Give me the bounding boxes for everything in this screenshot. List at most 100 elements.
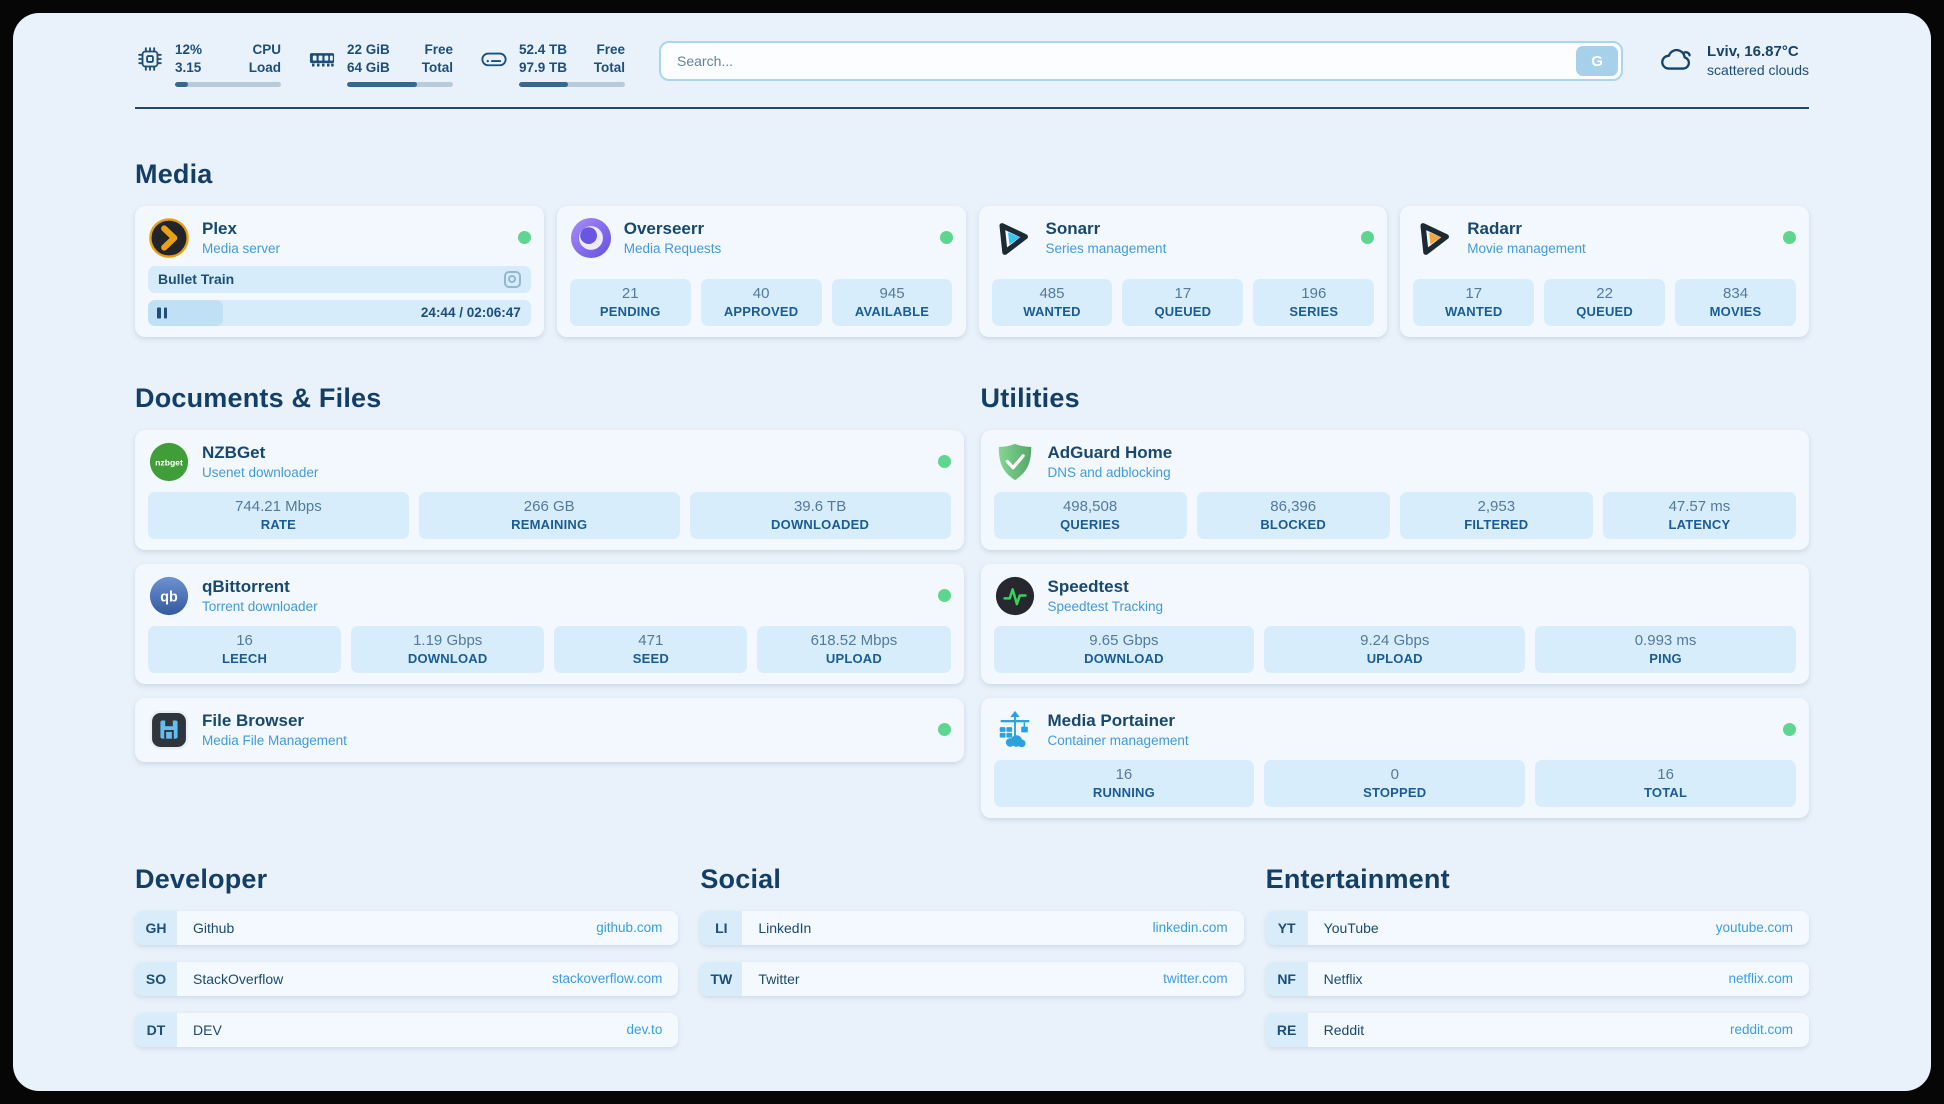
bookmark-abbr: NF — [1266, 962, 1308, 996]
cloud-icon — [1657, 41, 1695, 79]
disk-progress-bar — [519, 82, 625, 87]
bookmark-stackoverflow[interactable]: SO StackOverflow stackoverflow.com — [135, 962, 678, 996]
service-card-portainer: Media Portainer Container management 16R… — [981, 698, 1810, 818]
service-name: AdGuard Home — [1048, 443, 1173, 463]
plex-icon — [148, 217, 190, 259]
service-card-qbittorrent: qb qBittorrent Torrent downloader 16LEEC… — [135, 564, 964, 684]
status-dot — [938, 723, 951, 736]
now-playing-title: Bullet Train — [148, 266, 531, 293]
bookmark-name: Twitter — [758, 971, 799, 987]
service-name: File Browser — [202, 711, 347, 731]
bookmark-name: StackOverflow — [193, 971, 283, 987]
bookmark-url: linkedin.com — [1153, 920, 1228, 935]
playback-progress: 24:44 / 02:06:47 — [148, 300, 531, 326]
service-card-radarr: Radarr Movie management 17WANTED 22QUEUE… — [1400, 206, 1809, 337]
svg-text:nzbget: nzbget — [155, 457, 183, 467]
weather-location: Lviv, 16.87°C — [1707, 43, 1809, 60]
bookmark-dev[interactable]: DT DEV dev.to — [135, 1013, 678, 1047]
bookmark-name: YouTube — [1324, 920, 1379, 936]
service-link-speedtest[interactable]: Speedtest Speedtest Tracking — [994, 575, 1797, 617]
service-link-plex[interactable]: Plex Media server — [148, 217, 531, 259]
bookmark-url: reddit.com — [1730, 1022, 1793, 1037]
header-divider — [135, 107, 1809, 109]
bookmark-url: stackoverflow.com — [552, 971, 662, 986]
stat-tile: 21PENDING — [570, 279, 691, 326]
service-link-overseerr[interactable]: Overseerr Media Requests — [570, 217, 953, 259]
bookmark-abbr: LI — [700, 911, 742, 945]
service-name: Overseerr — [624, 219, 722, 239]
cpu-percent: 12% — [175, 41, 216, 59]
svg-text:qb: qb — [160, 589, 178, 605]
service-link-nzbget[interactable]: nzbget NZBGet Usenet downloader — [148, 441, 951, 483]
search-input[interactable] — [659, 41, 1623, 81]
service-name: Sonarr — [1046, 219, 1167, 239]
service-link-qbittorrent[interactable]: qb qBittorrent Torrent downloader — [148, 575, 951, 617]
service-card-nzbget: nzbget NZBGet Usenet downloader 744.21 M… — [135, 430, 964, 550]
service-card-speedtest: Speedtest Speedtest Tracking 9.65 GbpsDO… — [981, 564, 1810, 684]
memory-total: 64 GiB — [347, 59, 397, 77]
status-dot — [940, 231, 953, 244]
weather-widget: Lviv, 16.87°C scattered clouds — [1657, 41, 1809, 79]
bookmark-github[interactable]: GH Github github.com — [135, 911, 678, 945]
service-stats: 485WANTED 17QUEUED 196SERIES — [992, 279, 1375, 326]
memory-free-label: Free — [415, 41, 453, 59]
stat-tile: 834MOVIES — [1675, 279, 1796, 326]
stat-tile: 0.993 msPING — [1535, 626, 1796, 673]
service-description: Series management — [1046, 241, 1167, 256]
service-description: Container management — [1048, 733, 1189, 748]
bookmark-name: Reddit — [1324, 1022, 1364, 1038]
bookmark-url: dev.to — [627, 1022, 663, 1037]
status-dot — [1361, 231, 1374, 244]
section-title-social: Social — [700, 864, 1243, 895]
bookmark-abbr: GH — [135, 911, 177, 945]
session-icon[interactable] — [504, 271, 521, 288]
service-link-adguard[interactable]: AdGuard Home DNS and adblocking — [994, 441, 1797, 483]
bookmark-abbr: RE — [1266, 1013, 1308, 1047]
memory-icon — [307, 44, 337, 74]
stat-tile: 86,396BLOCKED — [1197, 492, 1390, 539]
bookmark-name: DEV — [193, 1022, 222, 1038]
service-stats: 9.65 GbpsDOWNLOAD 9.24 GbpsUPLOAD 0.993 … — [994, 626, 1797, 673]
memory-widget: 22 GiB Free 64 GiB Total — [307, 41, 453, 87]
stat-tile: 471SEED — [554, 626, 747, 673]
bookmark-abbr: SO — [135, 962, 177, 996]
service-stats: 498,508QUERIES 86,396BLOCKED 2,953FILTER… — [994, 492, 1797, 539]
bookmark-twitter[interactable]: TW Twitter twitter.com — [700, 962, 1243, 996]
stat-tile: 40APPROVED — [701, 279, 822, 326]
bookmark-youtube[interactable]: YT YouTube youtube.com — [1266, 911, 1809, 945]
service-link-sonarr[interactable]: Sonarr Series management — [992, 217, 1375, 259]
bookmark-url: netflix.com — [1728, 971, 1793, 986]
bookmark-name: Github — [193, 920, 234, 936]
bookmark-reddit[interactable]: RE Reddit reddit.com — [1266, 1013, 1809, 1047]
service-stats: 17WANTED 22QUEUED 834MOVIES — [1413, 279, 1796, 326]
service-card-filebrowser: File Browser Media File Management — [135, 698, 964, 762]
bookmark-name: LinkedIn — [758, 920, 811, 936]
stat-tile: 485WANTED — [992, 279, 1113, 326]
status-dot — [1783, 231, 1796, 244]
service-link-filebrowser[interactable]: File Browser Media File Management — [148, 709, 951, 751]
memory-free: 22 GiB — [347, 41, 397, 59]
memory-total-label: Total — [415, 59, 453, 77]
disk-total-label: Total — [589, 59, 625, 77]
bookmark-url: youtube.com — [1716, 920, 1793, 935]
service-stats: 21PENDING 40APPROVED 945AVAILABLE — [570, 279, 953, 326]
stat-tile: 744.21 MbpsRATE — [148, 492, 409, 539]
service-stats: 744.21 MbpsRATE 266 GBREMAINING 39.6 TBD… — [148, 492, 951, 539]
service-name: Radarr — [1467, 219, 1586, 239]
bookmark-linkedin[interactable]: LI LinkedIn linkedin.com — [700, 911, 1243, 945]
service-stats: 16RUNNING 0STOPPED 16TOTAL — [994, 760, 1797, 807]
service-stats: 16LEECH 1.19 GbpsDOWNLOAD 471SEED 618.52… — [148, 626, 951, 673]
service-description: Media Requests — [624, 241, 722, 256]
service-link-radarr[interactable]: Radarr Movie management — [1413, 217, 1796, 259]
service-link-portainer[interactable]: Media Portainer Container management — [994, 709, 1797, 751]
service-description: Usenet downloader — [202, 465, 318, 480]
stat-tile: 17WANTED — [1413, 279, 1534, 326]
service-description: Speedtest Tracking — [1048, 599, 1164, 614]
cpu-load-label: Load — [234, 59, 281, 77]
bookmark-netflix[interactable]: NF Netflix netflix.com — [1266, 962, 1809, 996]
service-name: Plex — [202, 219, 280, 239]
search-engine-button[interactable]: G — [1576, 46, 1618, 76]
status-dot — [518, 231, 531, 244]
bookmark-abbr: YT — [1266, 911, 1308, 945]
filebrowser-icon — [148, 709, 190, 751]
